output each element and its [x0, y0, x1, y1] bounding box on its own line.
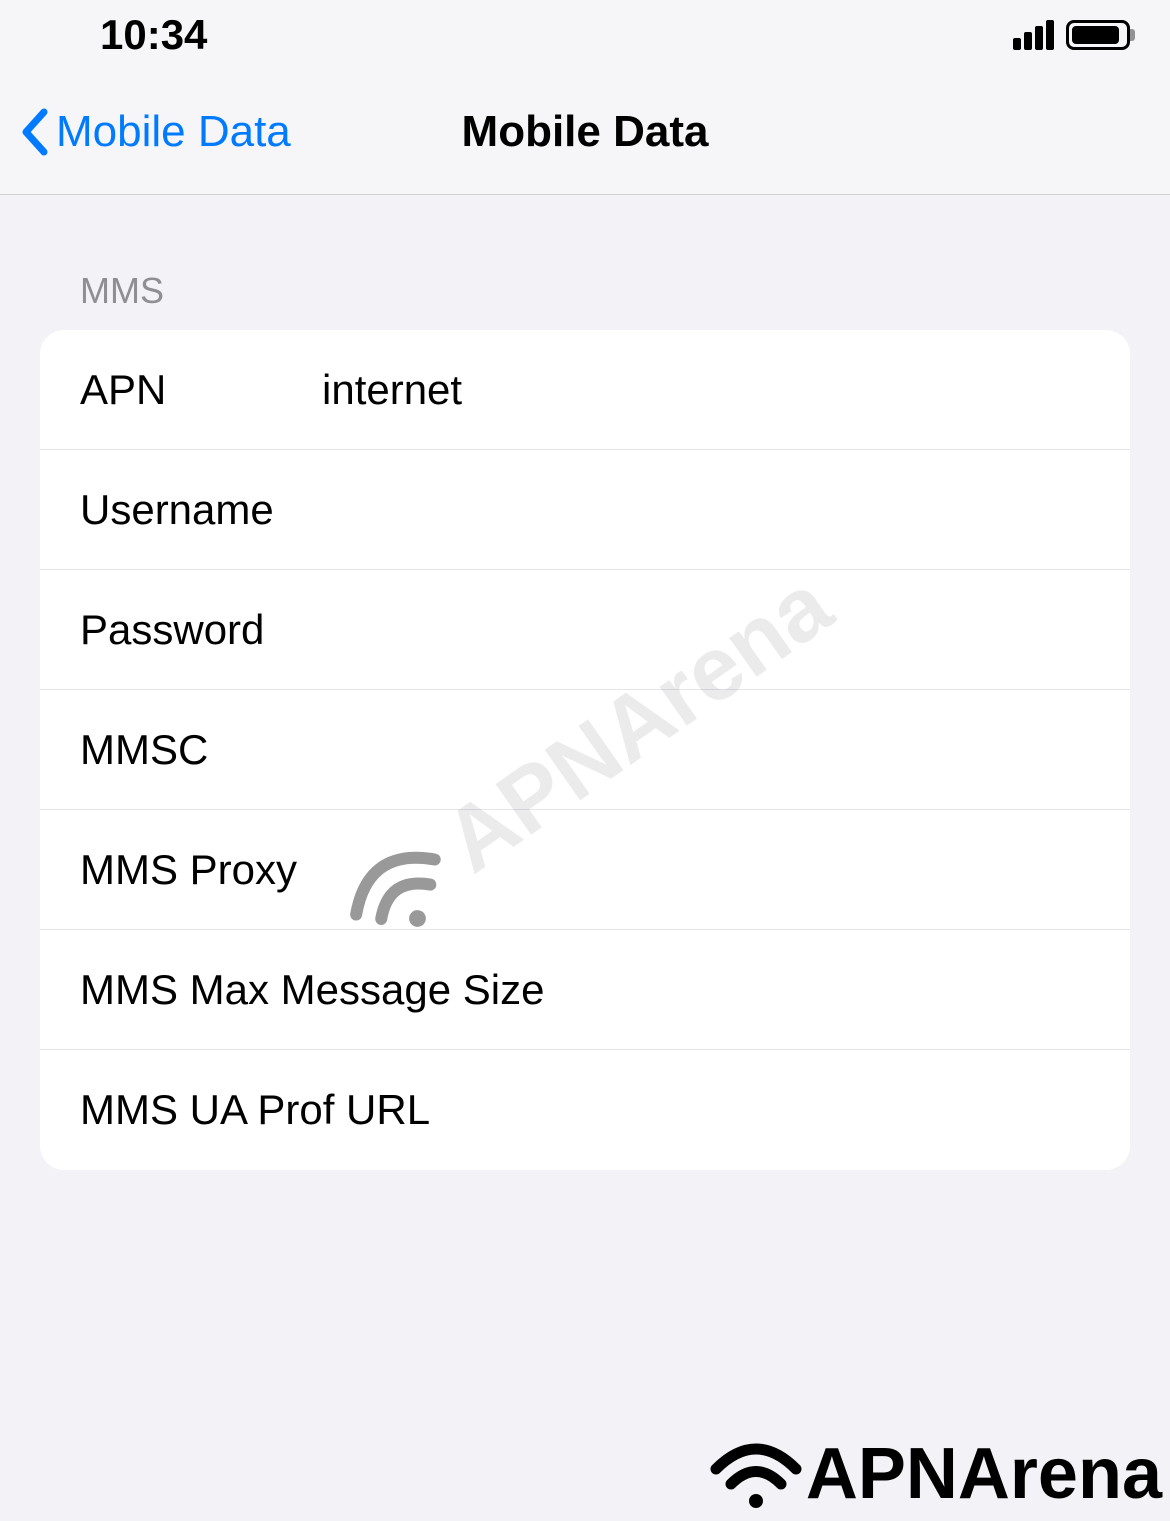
password-label: Password [80, 606, 322, 654]
mms-proxy-row[interactable]: MMS Proxy [40, 810, 1130, 930]
mms-proxy-label: MMS Proxy [80, 846, 322, 894]
mmsc-input[interactable] [322, 726, 1130, 774]
password-row[interactable]: Password [40, 570, 1130, 690]
mmsc-row[interactable]: MMSC [40, 690, 1130, 810]
mms-settings-group: APN Username Password MMSC MMS Proxy MMS… [40, 330, 1130, 1170]
footer-text: APNArena [806, 1433, 1162, 1515]
chevron-left-icon [20, 108, 48, 156]
content-area: MMS APN Username Password MMSC MMS Proxy [0, 195, 1170, 1170]
back-button[interactable]: Mobile Data [20, 107, 291, 157]
apn-input[interactable] [322, 366, 1130, 414]
wifi-icon [706, 1434, 806, 1514]
navigation-bar: Mobile Data Mobile Data [0, 70, 1170, 195]
page-title: Mobile Data [462, 107, 709, 157]
apn-label: APN [80, 366, 322, 414]
status-bar: 10:34 [0, 0, 1170, 70]
battery-icon [1066, 20, 1130, 50]
mms-ua-prof-input[interactable] [549, 1086, 1130, 1134]
mms-proxy-input[interactable] [322, 846, 1130, 894]
mms-ua-prof-label: MMS UA Prof URL [80, 1086, 549, 1134]
mms-max-size-row[interactable]: MMS Max Message Size [40, 930, 1130, 1050]
cellular-signal-icon [1013, 20, 1054, 50]
password-input[interactable] [322, 606, 1130, 654]
username-label: Username [80, 486, 322, 534]
apn-row[interactable]: APN [40, 330, 1130, 450]
status-time: 10:34 [100, 11, 207, 59]
mms-max-size-label: MMS Max Message Size [80, 966, 549, 1014]
back-label: Mobile Data [56, 107, 291, 157]
section-header-mms: MMS [40, 270, 1130, 312]
username-row[interactable]: Username [40, 450, 1130, 570]
status-icons [1013, 20, 1130, 50]
mms-max-size-input[interactable] [549, 966, 1130, 1014]
footer-logo: APNArena [706, 1426, 1170, 1521]
mmsc-label: MMSC [80, 726, 322, 774]
mms-ua-prof-row[interactable]: MMS UA Prof URL [40, 1050, 1130, 1170]
username-input[interactable] [322, 486, 1130, 534]
